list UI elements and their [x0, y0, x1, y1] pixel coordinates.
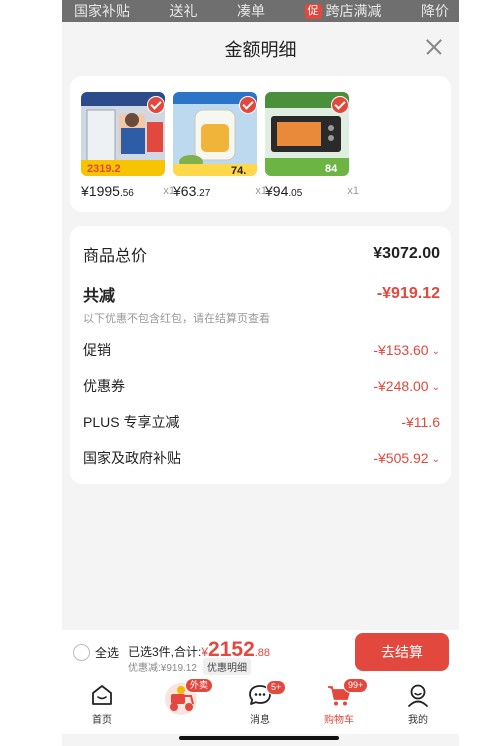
total-label: 商品总价	[83, 248, 148, 265]
discount-value: -¥11.6	[401, 414, 440, 430]
filter-gift[interactable]: 送礼	[170, 1, 198, 21]
discount-label: 促销	[83, 342, 111, 358]
amount-detail-sheet: 金额明细 2319.2 ¥1995.56 x1 74. ¥63.27 x1 84…	[62, 22, 459, 630]
product-image-label: 74.	[231, 165, 246, 176]
discount-row-subsidy[interactable]: 国家及政府补贴 -¥505.92 ⌄	[83, 448, 440, 468]
price-summary-card: 商品总价 ¥3072.00 共减 -¥919.12 以下优惠不包含红包，请在结算…	[70, 226, 451, 484]
discount-amount: 优惠减:¥919.12	[128, 663, 197, 674]
select-all-radio[interactable]	[73, 644, 90, 661]
product-qty: x1	[347, 185, 359, 197]
tab-cart[interactable]: 99+ 购物车	[309, 678, 369, 726]
chevron-down-icon: ⌄	[431, 346, 440, 357]
discount-label: 国家及政府补贴	[83, 450, 181, 466]
discount-label: PLUS 专享立减	[83, 414, 180, 430]
chevron-down-icon: ⌄	[431, 382, 440, 393]
tab-delivery[interactable]: 外卖	[151, 678, 214, 716]
product-image-label: 84	[325, 163, 338, 175]
cart-badge: 99+	[343, 678, 369, 693]
discount-row-coupon[interactable]: 优惠券 -¥248.00 ⌄	[83, 376, 440, 396]
filter-cross-store[interactable]: 促 跨店满减	[304, 1, 382, 21]
discount-note: 以下优惠不包含红包，请在结算页查看	[83, 313, 270, 325]
product-price: ¥63.27	[173, 183, 211, 199]
discount-row-plus: PLUS 专享立减 -¥11.6	[83, 412, 440, 432]
discount-value: -¥505.92 ⌄	[373, 450, 440, 466]
filter-price-drop[interactable]: 降价	[421, 1, 449, 21]
promo-badge: 促	[304, 3, 322, 19]
product-price: ¥1995.56	[81, 183, 134, 199]
reduce-value: -¥919.12	[376, 285, 440, 302]
tab-messages[interactable]: 5+ 消息	[230, 680, 290, 726]
phone-screen: 国家补贴 送礼 凑单 促 跨店满减 降价 金额明细 2319.2 ¥1995.5…	[62, 0, 459, 746]
tab-home[interactable]: 首页	[72, 682, 132, 726]
chevron-down-icon: ⌄	[431, 454, 440, 465]
discount-label: 优惠券	[83, 378, 125, 394]
filter-add-on[interactable]: 凑单	[237, 1, 265, 21]
discount-detail-button[interactable]: 优惠明细	[203, 658, 251, 675]
check-icon[interactable]	[239, 96, 257, 114]
product-image-label: 2319.2	[87, 163, 121, 175]
discount-row-promotion[interactable]: 促销 -¥153.60 ⌄	[83, 340, 440, 360]
home-indicator[interactable]	[179, 736, 339, 740]
close-icon[interactable]	[423, 36, 445, 58]
reduce-row: 共减 -¥919.12	[83, 282, 440, 306]
check-icon[interactable]	[147, 96, 165, 114]
filter-national-subsidy[interactable]: 国家补贴	[74, 1, 130, 21]
profile-icon	[405, 682, 431, 708]
top-filter-strip: 国家补贴 送礼 凑单 促 跨店满减 降价	[62, 0, 459, 22]
product-price: ¥94.05	[265, 183, 303, 199]
discount-value: -¥248.00 ⌄	[373, 378, 440, 394]
delivery-badge: 外卖	[185, 678, 214, 693]
message-badge: 5+	[266, 680, 287, 695]
bottom-tab-bar: 首页 外卖 5+ 消息 99+ 购物车 我的	[62, 678, 459, 734]
tab-profile[interactable]: 我的	[388, 682, 448, 726]
checkout-bar: 全选 已选3件,合计:¥2152.88 优惠减:¥919.12 优惠明细 去结算	[62, 630, 459, 678]
home-icon	[89, 682, 115, 708]
discount-value: -¥153.60 ⌄	[373, 342, 440, 358]
total-row: 商品总价 ¥3072.00	[83, 242, 440, 266]
checkout-button[interactable]: 去结算	[355, 633, 449, 671]
total-value: ¥3072.00	[373, 245, 440, 262]
sheet-title: 金额明细	[224, 40, 297, 60]
filter-cross-store-label: 跨店满减	[325, 3, 382, 19]
select-all-label[interactable]: 全选	[95, 644, 119, 661]
reduce-label: 共减	[83, 288, 116, 305]
product-strip: 2319.2 ¥1995.56 x1 74. ¥63.27 x1 84 ¥94.…	[70, 76, 451, 212]
check-icon[interactable]	[331, 96, 349, 114]
